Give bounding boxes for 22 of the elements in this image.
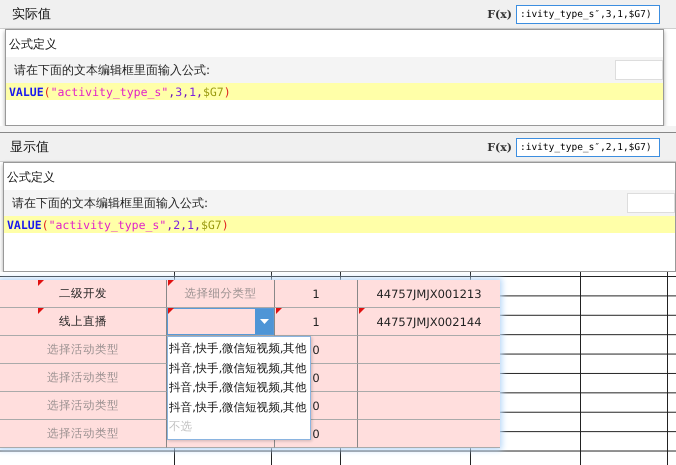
formula-editor[interactable]: VALUE("activity_type_s",2,1,$G7) bbox=[4, 216, 675, 233]
prompt-text: 请在下面的文本编辑框里面输入公式: bbox=[12, 194, 208, 212]
dialog-title: 公式定义 bbox=[8, 36, 58, 53]
dialog-title: 公式定义 bbox=[6, 169, 56, 186]
fx-label[interactable]: F(x) bbox=[487, 140, 512, 154]
panel-label: 实际值 bbox=[12, 6, 51, 23]
formula-preview-field[interactable]: :ivity_type_s″,2,1,$G7) bbox=[516, 138, 660, 156]
caret-icon bbox=[260, 319, 268, 324]
input-field[interactable] bbox=[615, 60, 663, 80]
fx-label[interactable]: F(x) bbox=[487, 8, 512, 20]
formula-editor[interactable]: VALUE("activity_type_s",3,1,$G7) bbox=[6, 83, 663, 100]
table-cell: 44757JMJX001213 bbox=[358, 280, 500, 308]
prompt-text: 请在下面的文本编辑框里面输入公式: bbox=[14, 62, 210, 78]
input-field[interactable] bbox=[627, 193, 675, 213]
dropdown-button[interactable] bbox=[255, 309, 273, 334]
dropdown-field[interactable] bbox=[167, 308, 274, 335]
table-cell: 选择活动类型 bbox=[0, 420, 167, 448]
panel-label: 显示值 bbox=[10, 139, 49, 156]
table-cell: 二级开发 bbox=[0, 280, 167, 308]
table-cell: 1 bbox=[275, 280, 358, 308]
table-cell: 44757JMJX002144 bbox=[358, 308, 500, 336]
formula-preview-field[interactable]: :ivity_type_s″,3,1,$G7) bbox=[516, 4, 660, 24]
